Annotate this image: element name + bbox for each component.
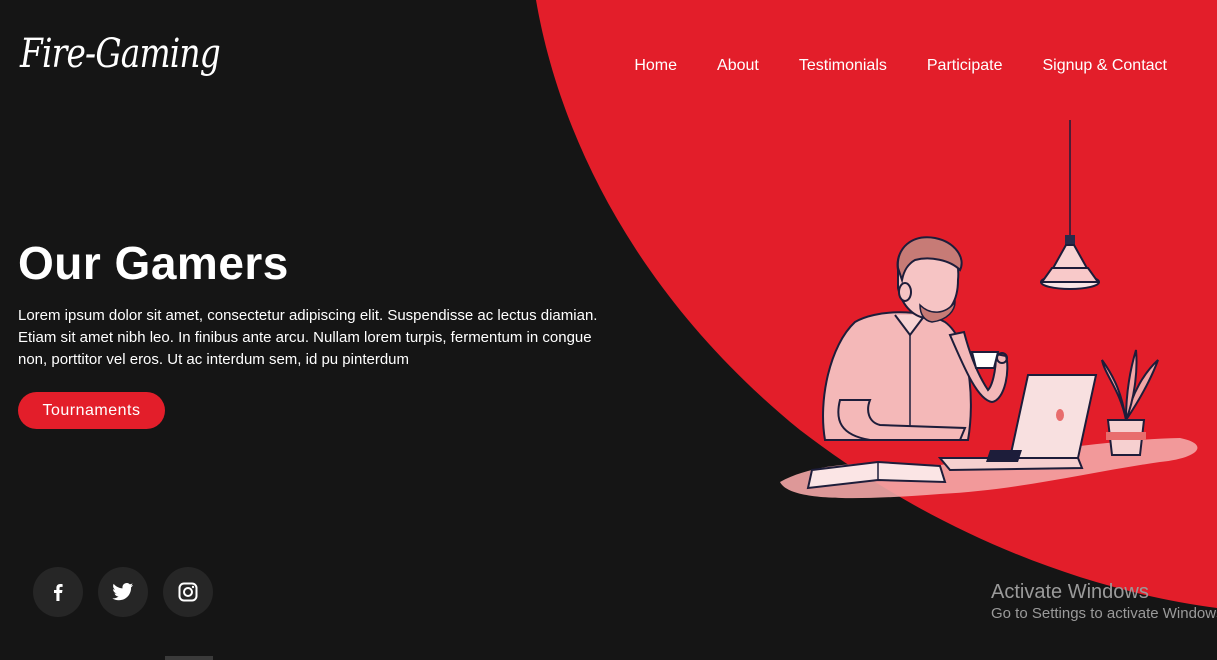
nav-about[interactable]: About <box>717 57 759 75</box>
watermark-title: Activate Windows <box>991 581 1149 603</box>
nav-participate[interactable]: Participate <box>927 57 1003 75</box>
twitter-link[interactable] <box>98 567 148 617</box>
tournaments-button[interactable]: Tournaments <box>18 392 165 429</box>
scroll-indicator <box>165 656 213 660</box>
hero-description: Lorem ipsum dolor sit amet, consectetur … <box>18 307 598 368</box>
nav-signup-contact[interactable]: Signup & Contact <box>1042 57 1167 75</box>
gamer-illustration <box>780 120 1198 499</box>
hero-title: Our Gamers <box>18 237 289 289</box>
social-links <box>33 567 213 617</box>
watermark-subtitle: Go to Settings to activate Windows. <box>991 605 1217 622</box>
site-logo[interactable]: Fire-Gaming <box>20 34 221 74</box>
landing-page: Fire-Gaming Home About Testimonials Part… <box>0 0 1217 660</box>
facebook-link[interactable] <box>33 567 83 617</box>
nav-home[interactable]: Home <box>634 57 677 75</box>
main-nav: Home About Testimonials Participate Sign… <box>634 57 1167 75</box>
windows-activation-watermark: Activate Windows Go to Settings to activ… <box>991 580 1217 624</box>
instagram-link[interactable] <box>163 567 213 617</box>
facebook-icon <box>54 584 63 601</box>
instagram-icon <box>178 582 198 602</box>
nav-testimonials[interactable]: Testimonials <box>799 57 887 75</box>
twitter-icon <box>112 583 134 601</box>
